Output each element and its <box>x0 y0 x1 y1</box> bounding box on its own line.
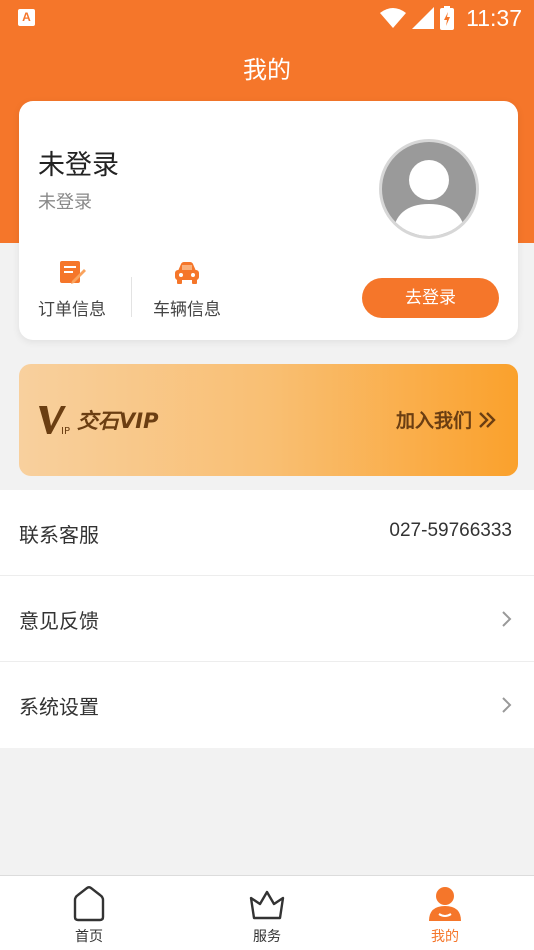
chevron-right-icon <box>502 611 512 627</box>
vip-join-link[interactable]: 加入我们 <box>396 406 496 433</box>
settings-menu: 联系客服 027-59766333 意见反馈 系统设置 <box>0 490 534 748</box>
status-time: 11:37 <box>466 4 522 31</box>
page-title: 我的 <box>243 56 291 84</box>
vip-brand-text: 交石VIP <box>77 409 159 433</box>
order-icon <box>60 261 86 284</box>
status-bar: A 11:37 <box>0 0 534 36</box>
user-card: 未登录 未登录 订单信息 车辆信息 去登录 <box>19 101 518 340</box>
quick-link-divider <box>131 277 132 317</box>
user-icon <box>429 887 461 921</box>
double-chevron-right-icon <box>479 411 496 428</box>
svg-text:IP: IP <box>61 426 70 436</box>
home-icon <box>73 886 105 922</box>
order-info-label: 订单信息 <box>38 300 106 320</box>
chevron-right-icon <box>502 697 512 713</box>
tab-service-label: 服务 <box>253 929 281 945</box>
wifi-icon <box>380 8 407 28</box>
battery-icon <box>440 6 455 30</box>
menu-item-customer-service[interactable]: 联系客服 027-59766333 <box>0 490 534 576</box>
user-name: 未登录 <box>38 150 119 181</box>
app-notification-icon: A <box>18 9 35 26</box>
menu-item-feedback[interactable]: 意见反馈 <box>0 576 534 662</box>
vip-join-label: 加入我们 <box>395 410 472 432</box>
tab-mine-label: 我的 <box>431 929 459 945</box>
menu-item-label: 系统设置 <box>19 695 99 719</box>
user-subtitle: 未登录 <box>38 192 92 213</box>
tab-mine[interactable]: 我的 <box>405 884 485 946</box>
tab-service[interactable]: 服务 <box>227 884 307 946</box>
crown-icon <box>249 890 285 920</box>
tab-home-label: 首页 <box>75 929 103 945</box>
order-info-link[interactable]: 订单信息 <box>27 259 117 320</box>
menu-item-label: 联系客服 <box>19 523 99 547</box>
status-indicators: 11:37 <box>380 4 522 32</box>
menu-item-label: 意见反馈 <box>19 609 99 633</box>
avatar[interactable] <box>379 139 479 239</box>
vip-v-icon: IP <box>39 406 70 436</box>
bottom-tab-bar: 首页 服务 我的 <box>0 875 534 950</box>
car-icon <box>175 262 199 284</box>
login-button[interactable]: 去登录 <box>362 278 499 318</box>
customer-service-phone: 027-59766333 <box>389 520 512 541</box>
vehicle-info-link[interactable]: 车辆信息 <box>142 259 232 320</box>
signal-icon <box>412 7 435 29</box>
default-avatar-icon <box>392 160 466 236</box>
tab-home[interactable]: 首页 <box>49 884 129 946</box>
vip-logo: IP 交石VIP <box>39 402 158 438</box>
vehicle-info-label: 车辆信息 <box>153 300 221 320</box>
vip-banner[interactable]: IP 交石VIP 加入我们 <box>19 364 518 476</box>
menu-item-settings[interactable]: 系统设置 <box>0 662 534 748</box>
